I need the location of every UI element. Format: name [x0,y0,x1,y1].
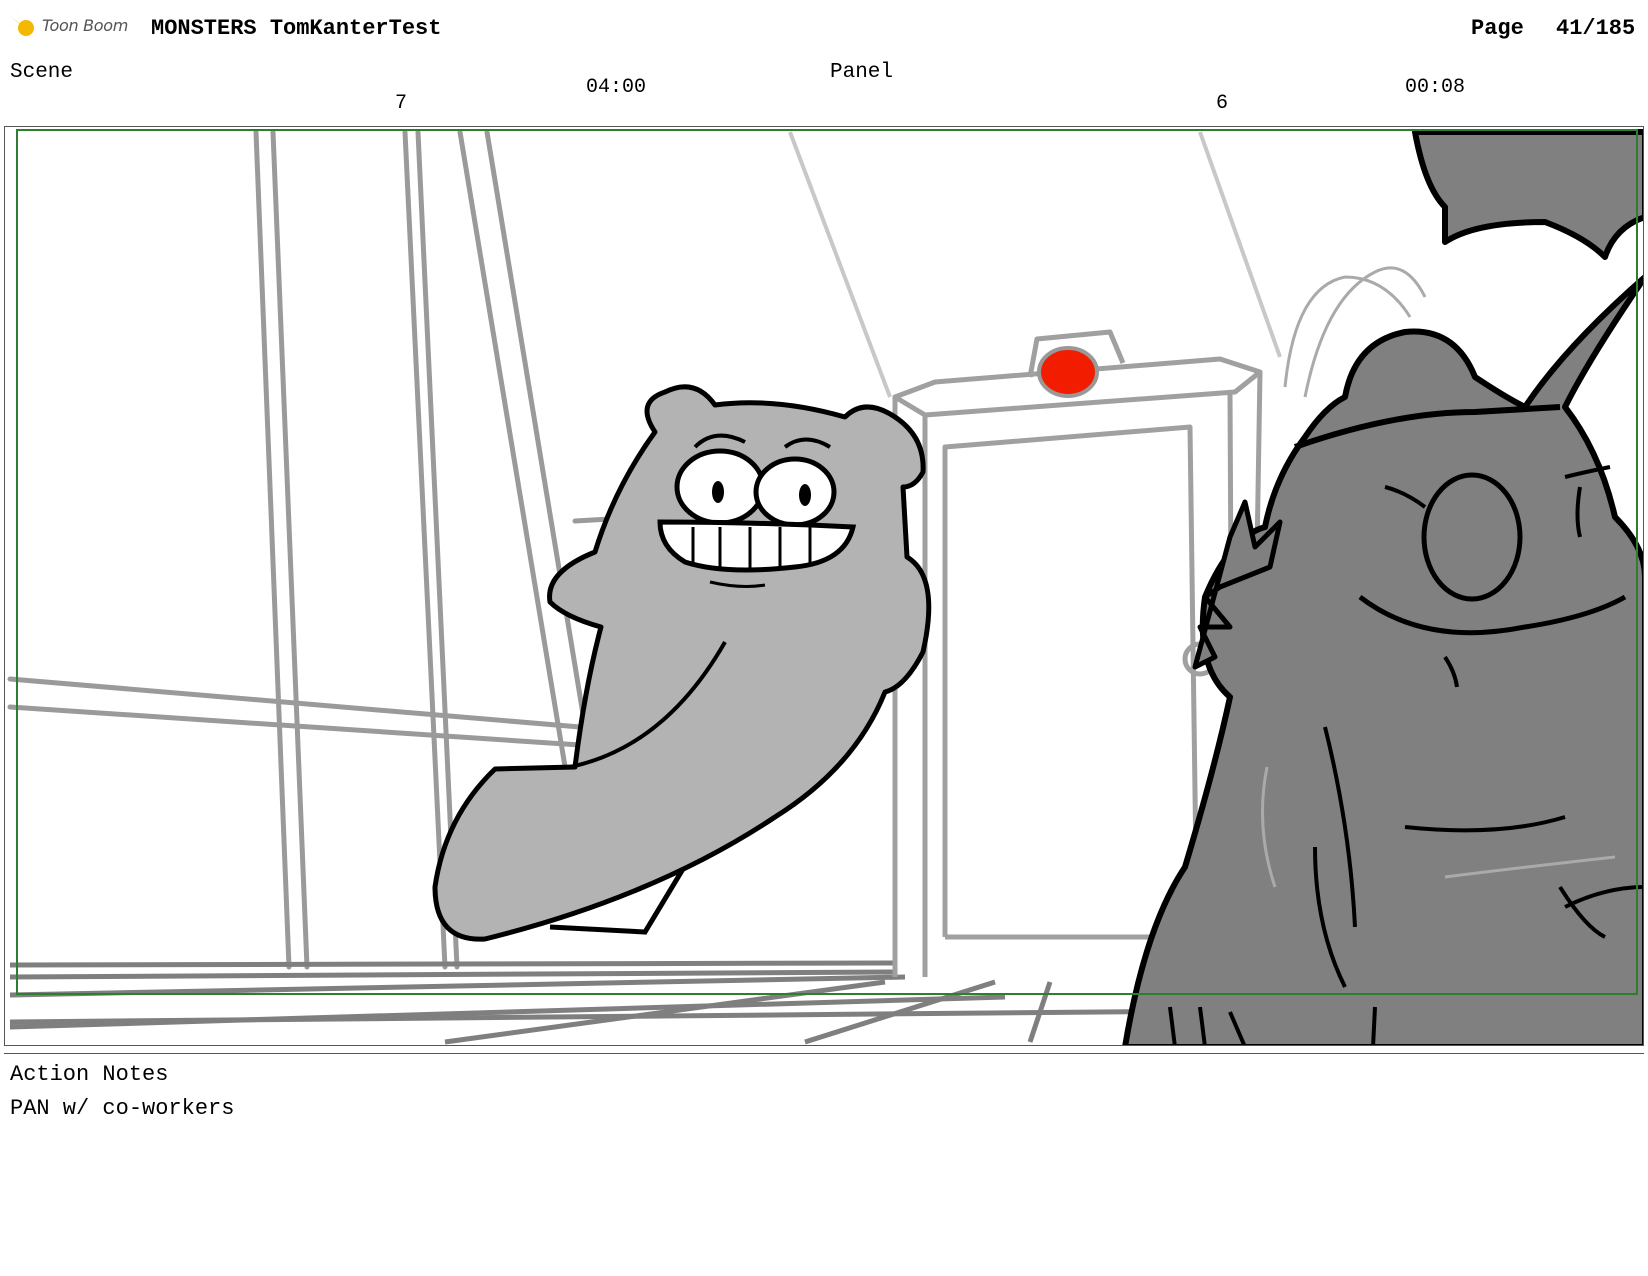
toon-boom-logo: Toon Boom [6,10,136,46]
page-label: Page [1471,16,1524,41]
starburst-icon [6,10,34,44]
storyboard-drawing [7,129,1643,1045]
alarm-light [1037,346,1099,398]
scene-number: 7 [395,92,408,115]
dark-monster [1122,129,1643,1045]
grey-monster [432,384,932,942]
storyboard-panel [4,126,1644,1046]
panel-duration: 00:08 [1405,76,1466,99]
scene-label: Scene [10,61,74,84]
panel-label: Panel [830,61,894,84]
page-number: 41/185 [1556,16,1636,41]
scene-duration: 04:00 [586,76,647,99]
action-notes-text: PAN w/ co-workers [10,1096,235,1121]
action-notes-label: Action Notes [10,1062,169,1087]
brand-wordmark: Toon Boom [42,16,129,35]
panel-number: 6 [1216,92,1229,115]
project-title: MONSTERS TomKanterTest [151,16,442,41]
panel-divider [4,1053,1644,1054]
